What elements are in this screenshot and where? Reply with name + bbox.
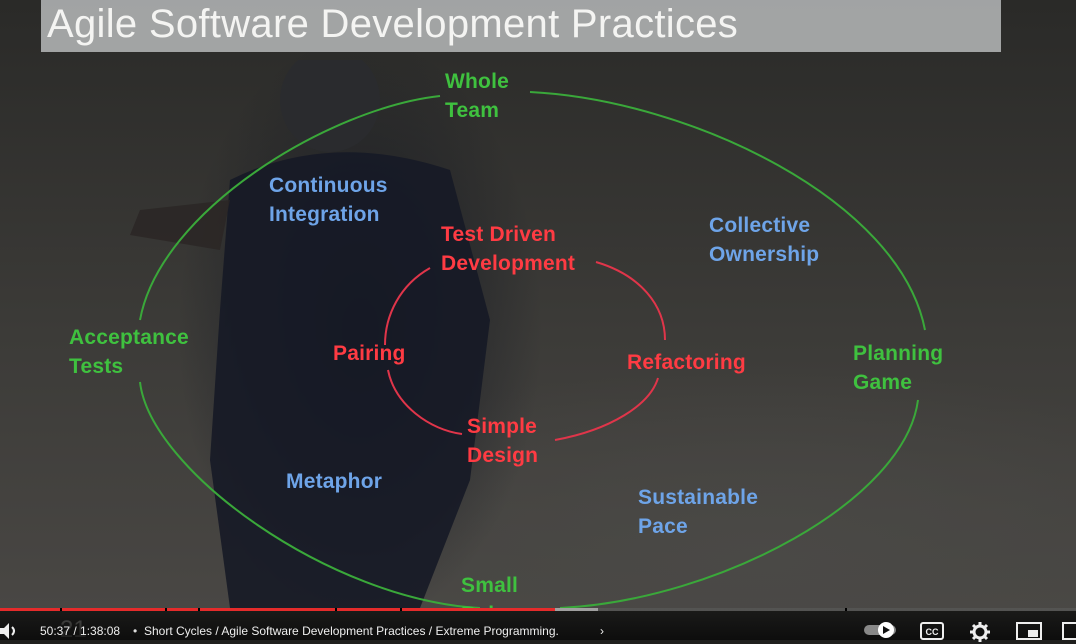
- simple-design-label: Simple Design: [467, 415, 539, 467]
- collective-ownership-label: Collective Ownership: [709, 214, 820, 266]
- autoplay-toggle-icon[interactable]: [864, 622, 900, 638]
- chapter-marker: [165, 608, 167, 611]
- svg-text:CC: CC: [926, 627, 939, 637]
- pairing-label: Pairing: [333, 342, 406, 365]
- theater-icon[interactable]: [1062, 622, 1076, 640]
- separator-dot: •: [133, 624, 138, 638]
- volume-icon[interactable]: [0, 622, 22, 640]
- chapter-marker: [335, 608, 337, 611]
- acceptance-tests-label: Acceptance Tests: [69, 326, 189, 378]
- captions-icon[interactable]: CC: [920, 622, 944, 640]
- chevron-right-icon[interactable]: ›: [600, 624, 604, 638]
- chapter-marker: [845, 608, 847, 611]
- practices-rings: [139, 91, 926, 608]
- player-controls: 50:37 / 1:38:08 • Short Cycles / Agile S…: [0, 608, 1076, 642]
- chapter-title-link[interactable]: Short Cycles / Agile Software Developmen…: [144, 624, 559, 638]
- refactoring-label: Refactoring: [627, 351, 746, 374]
- video-frame[interactable]: Agile Software Development Practices Who…: [0, 0, 1076, 608]
- whole-team-label: Whole Team: [445, 70, 509, 122]
- chapter-marker: [198, 608, 200, 611]
- settings-icon[interactable]: [970, 622, 990, 642]
- sustainable-pace-label: Sustainable Pace: [638, 486, 759, 538]
- outer-ring: [139, 91, 926, 608]
- metaphor-label: Metaphor: [286, 470, 383, 493]
- test-driven-development-label: Test Driven Development: [441, 223, 576, 275]
- miniplayer-icon[interactable]: [1016, 622, 1042, 640]
- planning-game-label: Planning Game: [853, 342, 944, 394]
- progress-played: [0, 608, 555, 611]
- progress-bar[interactable]: [0, 608, 1076, 611]
- small-releases-label: Small Releases: [461, 574, 553, 608]
- chapter-marker: [400, 608, 402, 611]
- chapter-marker: [60, 608, 62, 611]
- continuous-integration-label: Continuous Integration: [269, 174, 388, 226]
- time-display: 50:37 / 1:38:08: [40, 624, 121, 638]
